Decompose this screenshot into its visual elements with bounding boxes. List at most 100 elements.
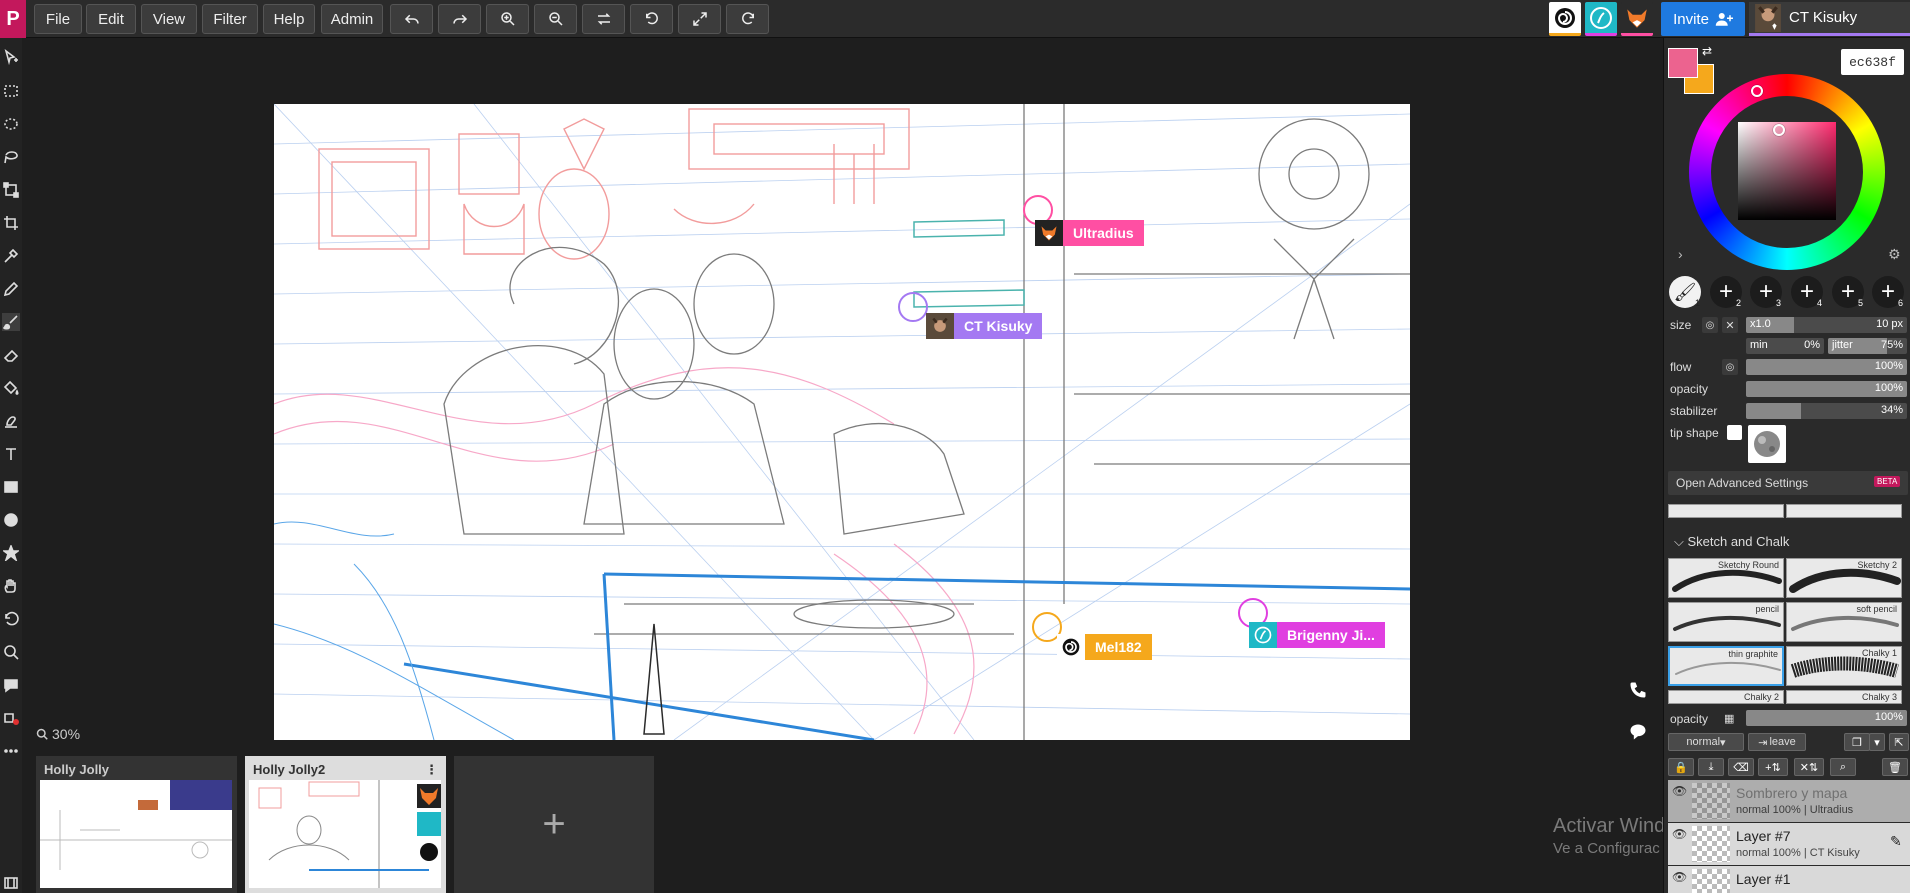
ellipse-tool[interactable] — [2, 511, 20, 529]
lock-layer-button[interactable]: 🔒 — [1668, 758, 1694, 776]
brush-preset-partial[interactable] — [1786, 504, 1902, 518]
brush-chalky-3[interactable]: Chalky 3 — [1786, 690, 1902, 704]
hue-cursor[interactable] — [1751, 85, 1763, 97]
menu-file[interactable]: File — [34, 4, 82, 34]
duplicate-layer-button[interactable]: ❐ — [1844, 733, 1870, 751]
eye-icon[interactable]: 👁 — [1672, 870, 1687, 884]
layer-item[interactable]: 👁 Layer #1 — [1668, 866, 1910, 893]
smudge-tool[interactable] — [2, 412, 20, 430]
zoom-tool[interactable] — [2, 643, 20, 661]
saturation-value-square[interactable] — [1738, 122, 1836, 220]
export-layer-button[interactable]: ⇱ — [1889, 733, 1909, 751]
pencil-edit-icon[interactable]: ✎ — [1890, 833, 1902, 850]
fit-screen-button[interactable] — [678, 4, 721, 34]
collaborator-brigenny[interactable] — [1585, 2, 1617, 36]
pencil-tool[interactable] — [2, 280, 20, 298]
more-layer-options[interactable]: ▾ — [1869, 733, 1885, 751]
add-layer-button[interactable]: +⇅ — [1758, 758, 1788, 776]
brush-slot-4[interactable]: +4 — [1791, 276, 1823, 308]
brush-group-header[interactable]: ⌵ Sketch and Chalk — [1674, 534, 1789, 550]
flow-slider[interactable]: 100% — [1746, 359, 1907, 375]
primary-color-swatch[interactable] — [1668, 48, 1698, 78]
min-slider[interactable]: min 0% — [1746, 338, 1824, 354]
merge-down-button[interactable]: ⤓ — [1698, 758, 1724, 776]
chevron-right-icon[interactable]: › — [1678, 246, 1683, 262]
brush-soft-pencil[interactable]: soft pencil — [1786, 602, 1902, 642]
document-holly-jolly2[interactable]: Holly Jolly2 ⋮ — [245, 756, 446, 893]
zoom-in-button[interactable] — [486, 4, 529, 34]
eyedropper-tool[interactable] — [2, 247, 20, 265]
layer-item[interactable]: 👁 Layer #7 normal 100% | CT Kisuky ✎ — [1668, 823, 1910, 865]
rotate-left-button[interactable] — [630, 4, 673, 34]
brush-chalky-1[interactable]: Chalky 1 — [1786, 646, 1902, 686]
menu-view[interactable]: View — [141, 4, 197, 34]
chat-button[interactable] — [1628, 722, 1648, 745]
add-document-button[interactable]: + — [454, 756, 654, 893]
rect-select-tool[interactable] — [2, 82, 20, 100]
eye-icon[interactable]: 👁 — [1672, 827, 1687, 841]
brush-slot-2[interactable]: +2 — [1710, 276, 1742, 308]
shape-tool[interactable] — [2, 544, 20, 562]
layer-opacity-slider[interactable]: 100% — [1746, 710, 1907, 726]
zoom-out-button[interactable] — [534, 4, 577, 34]
undo-button[interactable] — [390, 4, 433, 34]
fill-tool[interactable] — [2, 379, 20, 397]
rectangle-tool[interactable] — [2, 478, 20, 496]
checker-icon[interactable]: ▦ — [1724, 712, 1734, 725]
brush-tool[interactable] — [2, 313, 20, 331]
move-tool[interactable] — [2, 48, 20, 66]
brush-slot-3[interactable]: +3 — [1750, 276, 1782, 308]
brush-slot-6[interactable]: +6 — [1872, 276, 1904, 308]
size-slider[interactable]: x1.0 10 px — [1746, 317, 1907, 333]
rotate-right-button[interactable] — [726, 4, 769, 34]
layer-item[interactable]: 👁 Sombrero y mapa normal 100% | Ultradiu… — [1668, 780, 1910, 822]
redo-button[interactable] — [438, 4, 481, 34]
hex-color-input[interactable]: ec638f — [1841, 49, 1904, 75]
search-layer-button[interactable]: ⌕ — [1830, 758, 1856, 776]
brush-sketchy-round[interactable]: Sketchy Round — [1668, 558, 1784, 598]
comment-tool[interactable] — [2, 676, 20, 694]
timeline-tool[interactable] — [2, 874, 20, 892]
tip-shape-checkbox[interactable] — [1727, 425, 1742, 440]
jitter-slider[interactable]: jitter 75% — [1828, 338, 1907, 354]
swap-colors-icon[interactable]: ⇄ — [1702, 44, 1712, 58]
menu-help[interactable]: Help — [263, 4, 315, 34]
document-holly-jolly[interactable]: Holly Jolly — [36, 756, 237, 893]
delete-layer-button[interactable]: 🗑 — [1882, 758, 1908, 776]
menu-filter[interactable]: Filter — [202, 4, 258, 34]
pressure-size-icon[interactable]: ◎ — [1702, 317, 1718, 333]
brush-thin-graphite[interactable]: thin graphite — [1668, 646, 1784, 686]
advanced-settings-button[interactable]: Open Advanced Settings — [1668, 471, 1908, 495]
menu-admin[interactable]: Admin — [321, 4, 383, 34]
clear-layer-button[interactable]: ⌫ — [1728, 758, 1754, 776]
brush-preset-partial[interactable] — [1668, 504, 1784, 518]
rotate-tool[interactable] — [2, 610, 20, 628]
leave-layer-button[interactable]: ⇥ leave — [1748, 733, 1806, 751]
document-menu-icon[interactable]: ⋮ — [425, 762, 438, 778]
brush-slot-5[interactable]: +5 — [1832, 276, 1864, 308]
collaborator-mel182[interactable] — [1549, 2, 1581, 36]
stabilizer-slider[interactable]: 34% — [1746, 403, 1907, 419]
brush-pencil[interactable]: pencil — [1668, 602, 1784, 642]
zoom-indicator[interactable]: 30% — [36, 726, 80, 742]
app-logo[interactable]: P — [0, 0, 26, 38]
brush-sketchy-2[interactable]: Sketchy 2 — [1786, 558, 1902, 598]
menu-edit[interactable]: Edit — [86, 4, 136, 34]
ellipse-select-tool[interactable] — [2, 115, 20, 133]
hand-tool[interactable] — [2, 577, 20, 595]
tip-shape-preview[interactable] — [1748, 425, 1786, 463]
voice-call-button[interactable] — [1628, 680, 1648, 703]
current-user-menu[interactable]: CT Kisuky — [1749, 2, 1910, 36]
flip-button[interactable] — [582, 4, 625, 34]
brush-chalky-2[interactable]: Chalky 2 — [1668, 690, 1784, 704]
transform-tool[interactable] — [2, 181, 20, 199]
opacity-slider[interactable]: 100% — [1746, 381, 1907, 397]
crop-tool[interactable] — [2, 214, 20, 232]
more-tools[interactable] — [2, 742, 20, 760]
close-icon[interactable]: ✕ — [1722, 317, 1738, 333]
remove-layer-merge-button[interactable]: ✕⇅ — [1794, 758, 1824, 776]
invite-button[interactable]: Invite — [1661, 2, 1745, 36]
pressure-flow-icon[interactable]: ◎ — [1722, 359, 1738, 375]
record-tool[interactable] — [2, 709, 20, 727]
text-tool[interactable] — [2, 445, 20, 463]
